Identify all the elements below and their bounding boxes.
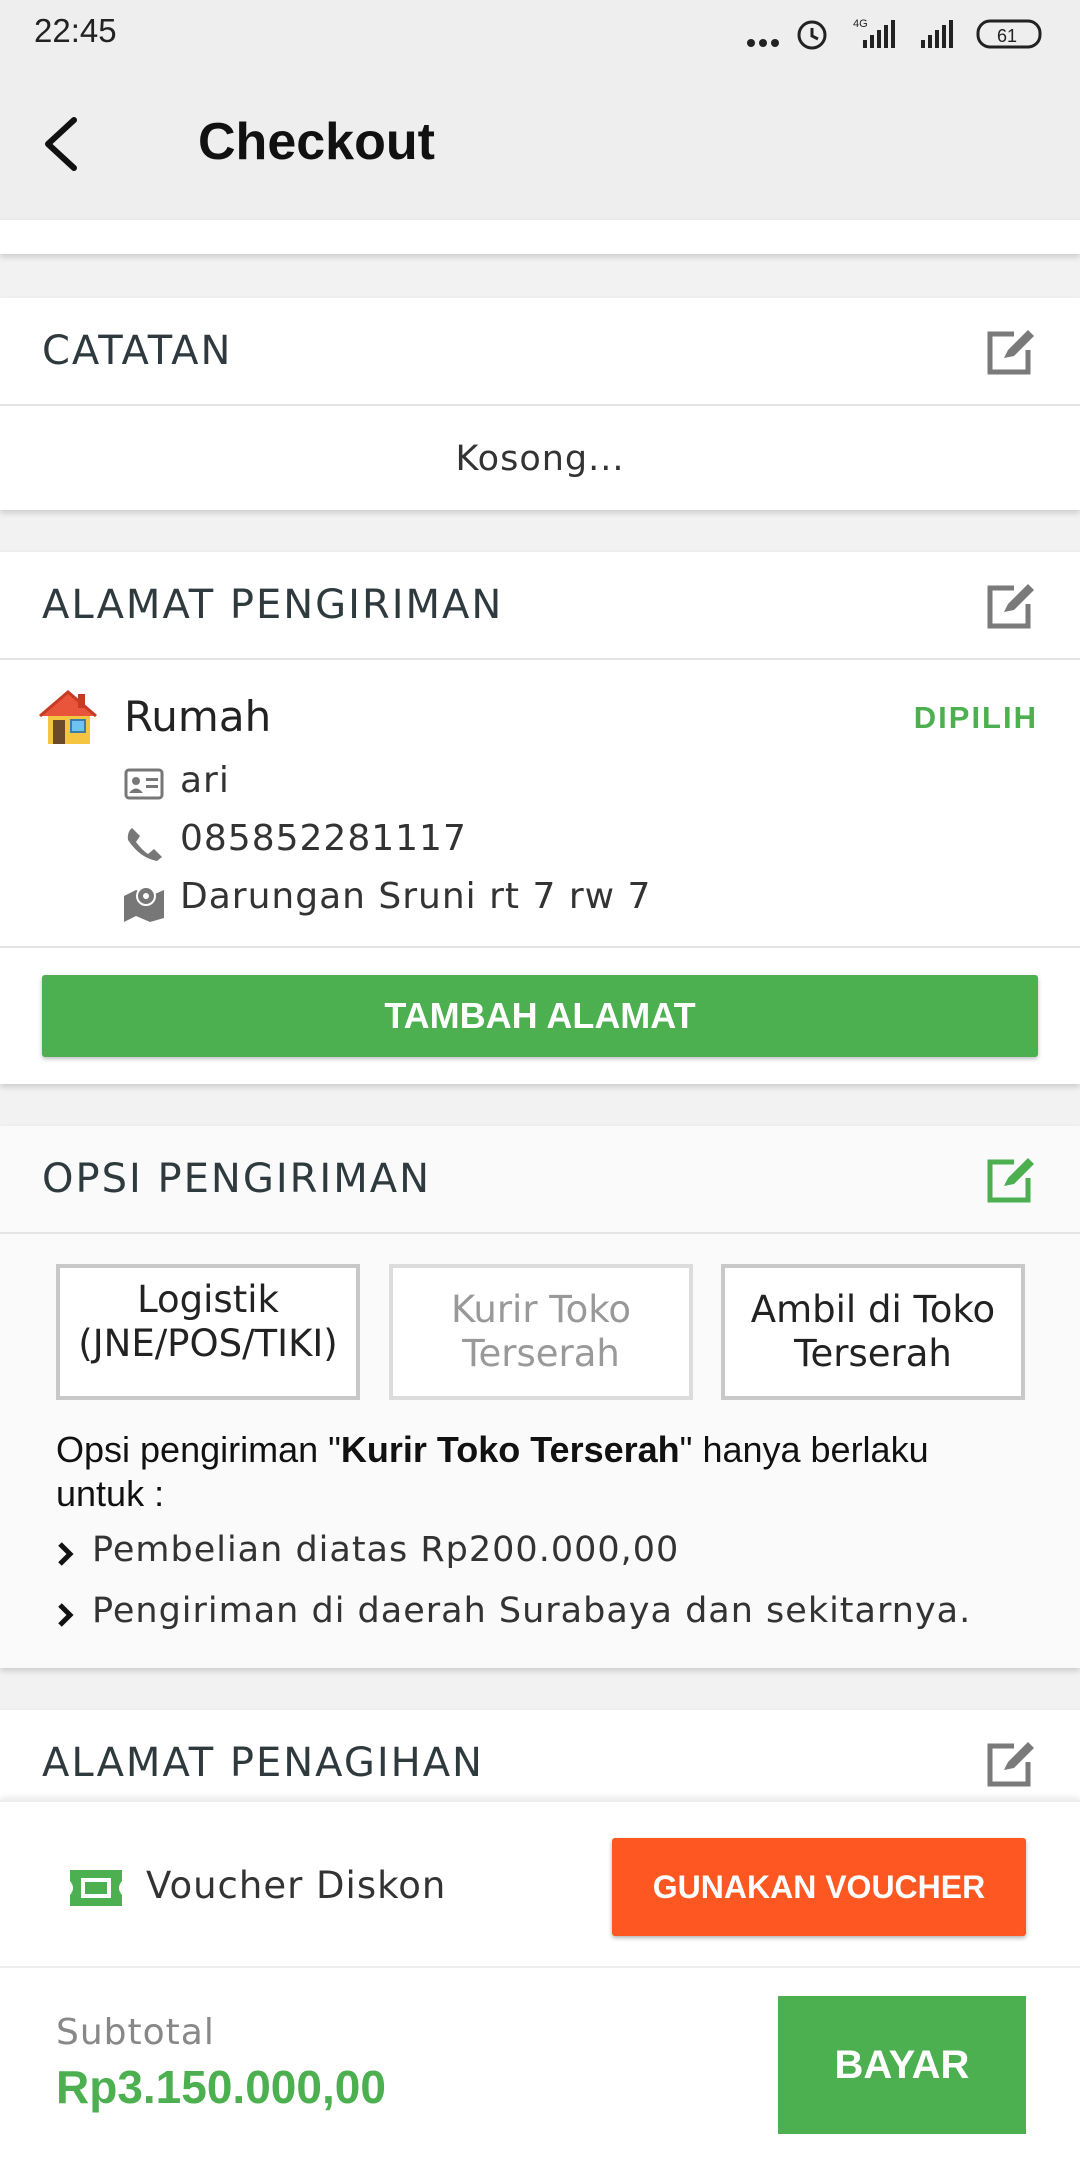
address-label: Rumah [124,692,272,741]
status-time: 22:45 [34,12,117,49]
signal-icon [863,20,895,48]
shipping-info-text: Opsi pengiriman "Kurir Toko Terserah" ha… [56,1429,929,1514]
status-icons: 4G 61 [747,18,1042,50]
address-phone: 085852281117 [180,818,467,859]
edit-icon[interactable] [984,328,1036,376]
page-title: Checkout [198,113,435,171]
address-street: Darungan Sruni rt 7 rw 7 [180,876,652,917]
house-icon [39,690,97,744]
shipping-address-header: ALAMAT PENGIRIMAN [0,552,1080,660]
shipping-option-ambil-di-toko[interactable]: Ambil di Toko Terserah [721,1264,1025,1400]
address-name: ari [180,760,230,801]
shipping-address-title: ALAMAT PENGIRIMAN [42,582,504,628]
shipping-address-card: ALAMAT PENGIRIMAN Rumah DIPILIH ari 0858… [0,552,1080,1084]
notes-card: CATATAN Kosong... [0,298,1080,510]
shipping-options-title: OPSI PENGIRIMAN [42,1156,432,1202]
shipping-option-kurir-toko[interactable]: Kurir Toko Terserah [389,1264,693,1400]
selected-badge: DIPILIH [913,700,1038,735]
add-address-button[interactable]: TAMBAH ALAMAT [42,975,1038,1057]
edit-icon[interactable] [984,1156,1036,1204]
edit-icon[interactable] [984,582,1036,630]
use-voucher-button[interactable]: GUNAKAN VOUCHER [612,1838,1026,1936]
map-marker-icon [124,886,164,922]
notes-value: Kosong... [455,439,625,479]
shipping-option-logistik[interactable]: Logistik (JNE/POS/TIKI) [56,1264,360,1400]
voucher-bar: Voucher Diskon GUNAKAN VOUCHER [0,1800,1080,1966]
svg-text:61: 61 [997,26,1017,46]
signal-icon-2 [921,20,953,48]
chevron-right-icon [58,1603,74,1627]
billing-address-card: ALAMAT PENAGIHAN [0,1710,1080,1810]
back-arrow-icon[interactable] [38,112,86,176]
notes-header: CATATAN [0,298,1080,406]
notes-title: CATATAN [42,328,233,374]
shipping-options-header: OPSI PENGIRIMAN [0,1126,1080,1234]
address-item[interactable]: Rumah DIPILIH ari 085852281117 Darungan … [0,662,1080,948]
billing-address-title: ALAMAT PENAGIHAN [42,1740,484,1786]
subtotal-value: Rp3.150.000,00 [56,2061,386,2113]
app-bar: Checkout [0,68,1080,220]
checkout-footer: Subtotal Rp3.150.000,00 BAYAR [0,1966,1080,2160]
phone-icon [127,828,162,861]
pay-button[interactable]: BAYAR [778,1996,1026,2134]
svg-text:4G: 4G [853,18,868,30]
chevron-right-icon [58,1542,74,1566]
previous-section-edge [0,220,1080,254]
ticket-icon [70,1870,122,1906]
condition-item: Pembelian diatas Rp200.000,00 [92,1530,680,1570]
edit-icon[interactable] [984,1740,1036,1788]
status-bar: 22:45 4G 61 [0,0,1080,68]
alarm-icon [797,20,827,50]
condition-item: Pengiriman di daerah Surabaya dan sekita… [92,1591,972,1631]
battery-icon: 61 [976,19,1042,49]
subtotal-label: Subtotal [56,2012,215,2053]
voucher-label: Voucher Diskon [146,1864,447,1907]
id-card-icon [124,768,164,800]
